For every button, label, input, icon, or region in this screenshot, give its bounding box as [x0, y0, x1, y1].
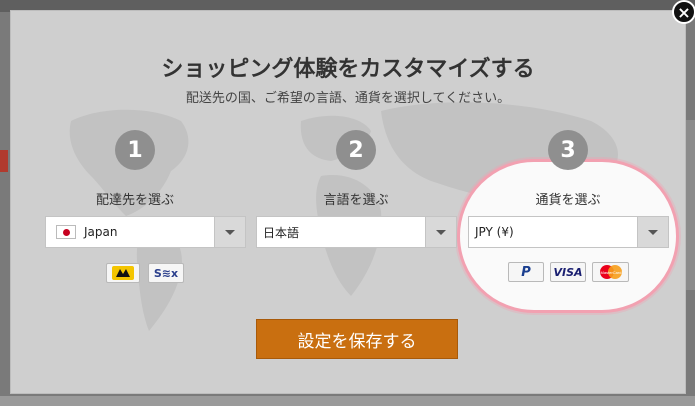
chevron-down-icon: [214, 217, 245, 247]
step-2-number: 2: [336, 130, 376, 170]
save-settings-button[interactable]: 設定を保存する: [256, 319, 458, 359]
step-2-label: 言語を選ぶ: [323, 193, 389, 208]
chevron-down-icon: [637, 217, 668, 247]
dialog-subtitle: 配送先の国、ご希望の言語、通貨を選択してください。: [185, 91, 511, 106]
currency-value: JPY (¥): [475, 225, 514, 239]
language-select[interactable]: 日本語: [256, 216, 457, 248]
chevron-down-icon: [425, 217, 456, 247]
step-3-label: 通貨を選ぶ: [535, 193, 601, 208]
currency-select[interactable]: JPY (¥): [468, 216, 669, 248]
yamato-transport-logo: [106, 263, 140, 283]
customize-shopping-dialog: ショッピング体験をカスタマイズする 配送先の国、ご希望の言語、通貨を選択してくだ…: [10, 10, 686, 394]
language-value: 日本語: [263, 225, 300, 240]
visa-logo: VISA: [550, 262, 586, 282]
backdrop-red-tab: [0, 150, 8, 172]
shipping-country-value: Japan: [84, 225, 118, 239]
paypal-logo: P: [508, 262, 544, 282]
dialog-title: ショッピング体験をカスタマイズする: [161, 57, 535, 82]
mastercard-logo: MasterCard: [592, 262, 629, 282]
close-button[interactable]: ×: [672, 0, 695, 24]
step-1-label: 配達先を選ぶ: [95, 193, 174, 208]
backdrop-footer: [0, 396, 695, 406]
mastercard-wordmark: MasterCard: [600, 270, 621, 275]
shipping-country-select[interactable]: Japan: [45, 216, 246, 248]
step-3-number: 3: [548, 130, 588, 170]
sagawa-express-logo: S≋x: [148, 263, 184, 283]
japan-flag-icon: [56, 225, 76, 239]
step-1-number: 1: [115, 130, 155, 170]
